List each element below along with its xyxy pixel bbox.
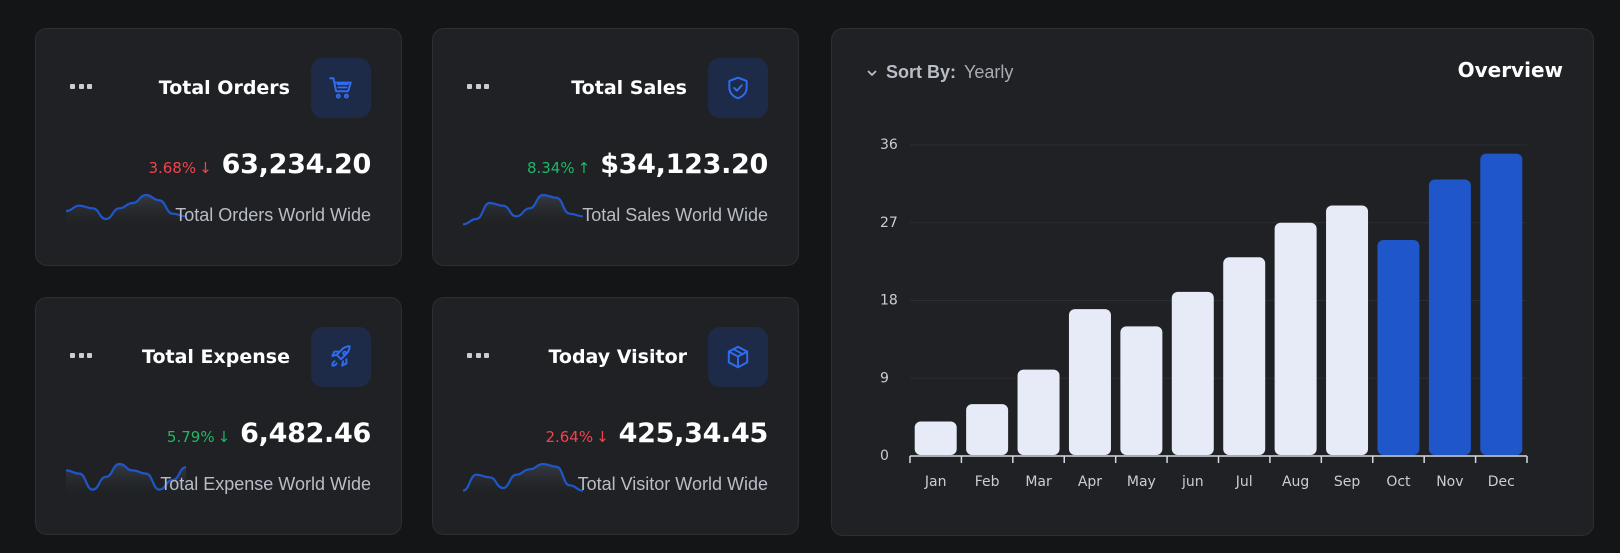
card-title: Total Expense	[142, 346, 290, 368]
bar-dec[interactable]	[1480, 153, 1523, 455]
bar-jul[interactable]	[1223, 257, 1266, 455]
arrow-up-icon: ↑	[577, 159, 591, 177]
x-tick-label: May	[1127, 474, 1156, 490]
x-tick-label: jun	[1181, 474, 1204, 490]
overview-card: Sort By: Yearly Overview 0 9 18 27 36 Jan Feb M…	[831, 28, 1594, 536]
bar-oct[interactable]	[1377, 240, 1420, 455]
y-tick-label: 9	[880, 370, 889, 386]
bar-sep[interactable]	[1326, 205, 1369, 455]
stat-card-expense: Total Expense 5.79% ↓ 6,482.46 Total Expe…	[35, 297, 402, 535]
bar-chart: 0 9 18 27 36 Jan Feb Mar Apr May jun Jul Aug Sep Oct No…	[880, 137, 1528, 490]
x-tick-label: Dec	[1488, 474, 1515, 490]
stat-value: 6,482.46	[240, 418, 371, 449]
stat-value: 63,234.20	[221, 149, 372, 180]
stat-card-visitor: Today Visitor 2.64% ↓ 425,34.45 Total Vis…	[432, 297, 799, 535]
box-icon	[708, 327, 768, 387]
x-tick-label: Nov	[1436, 474, 1463, 490]
more-options-icon[interactable]	[467, 353, 489, 359]
card-title: Total Sales	[571, 77, 687, 99]
card-subtitle: Total Orders World Wide	[175, 205, 371, 225]
bar-aug[interactable]	[1274, 222, 1317, 455]
more-options-icon[interactable]	[70, 353, 92, 359]
trend-percent: 3.68% ↓	[148, 159, 212, 177]
arrow-down-icon: ↓	[199, 159, 212, 177]
value-row: 8.34% ↑ $34,123.20	[527, 149, 768, 180]
x-tick-label: Mar	[1025, 474, 1052, 490]
sparkline	[463, 462, 583, 500]
bar-nov[interactable]	[1428, 179, 1471, 456]
value-row: 3.68% ↓ 63,234.20	[148, 149, 371, 180]
y-tick-label: 0	[880, 448, 889, 464]
bar-feb[interactable]	[966, 404, 1009, 455]
x-tick-label: Oct	[1386, 474, 1411, 490]
bar-jun[interactable]	[1171, 291, 1214, 455]
trend-percent: 8.34% ↑	[526, 159, 591, 177]
trend-percent: 5.79% ↓	[166, 428, 231, 446]
bar-apr[interactable]	[1068, 309, 1111, 455]
shield-check-icon	[708, 58, 768, 118]
stat-card-sales: Total Sales 8.34% ↑ $34,123.20 Total Sale…	[432, 28, 799, 266]
cart-icon	[311, 58, 371, 118]
rocket-icon	[311, 327, 371, 387]
stat-value: $34,123.20	[600, 149, 768, 180]
card-subtitle: Total Expense World Wide	[160, 474, 371, 494]
card-title: Today Visitor	[548, 346, 687, 368]
x-tick-label: Sep	[1334, 474, 1361, 490]
arrow-down-icon: ↓	[217, 428, 231, 446]
x-tick-label: Feb	[975, 474, 1000, 490]
stat-card-orders: Total Orders 3.68% ↓ 63,234.20 Total Orde…	[35, 28, 402, 266]
card-title: Total Orders	[158, 77, 290, 99]
x-tick-label: Apr	[1078, 474, 1102, 490]
value-row: 5.79% ↓ 6,482.46	[167, 418, 371, 449]
sparkline-area	[66, 195, 186, 231]
y-tick-label: 18	[880, 293, 898, 309]
bar-may[interactable]	[1120, 326, 1163, 455]
card-subtitle: Total Sales World Wide	[582, 205, 768, 225]
y-tick-label: 36	[880, 137, 898, 153]
trend-percent: 2.64% ↓	[545, 428, 609, 446]
bar-jan[interactable]	[914, 421, 957, 455]
value-row: 2.64% ↓ 425,34.45	[545, 418, 768, 449]
card-subtitle: Total Visitor World Wide	[577, 474, 768, 494]
x-tick-label: Jan	[924, 474, 947, 490]
x-tick-label: Aug	[1282, 474, 1309, 490]
more-options-icon[interactable]	[70, 84, 92, 90]
arrow-down-icon: ↓	[596, 428, 609, 446]
stat-value: 425,34.45	[618, 418, 769, 449]
bar-mar[interactable]	[1017, 369, 1060, 455]
x-tick-label: Jul	[1235, 474, 1253, 490]
y-tick-label: 27	[880, 215, 898, 231]
sparkline	[66, 193, 186, 231]
sparkline	[463, 193, 583, 231]
more-options-icon[interactable]	[467, 84, 489, 90]
